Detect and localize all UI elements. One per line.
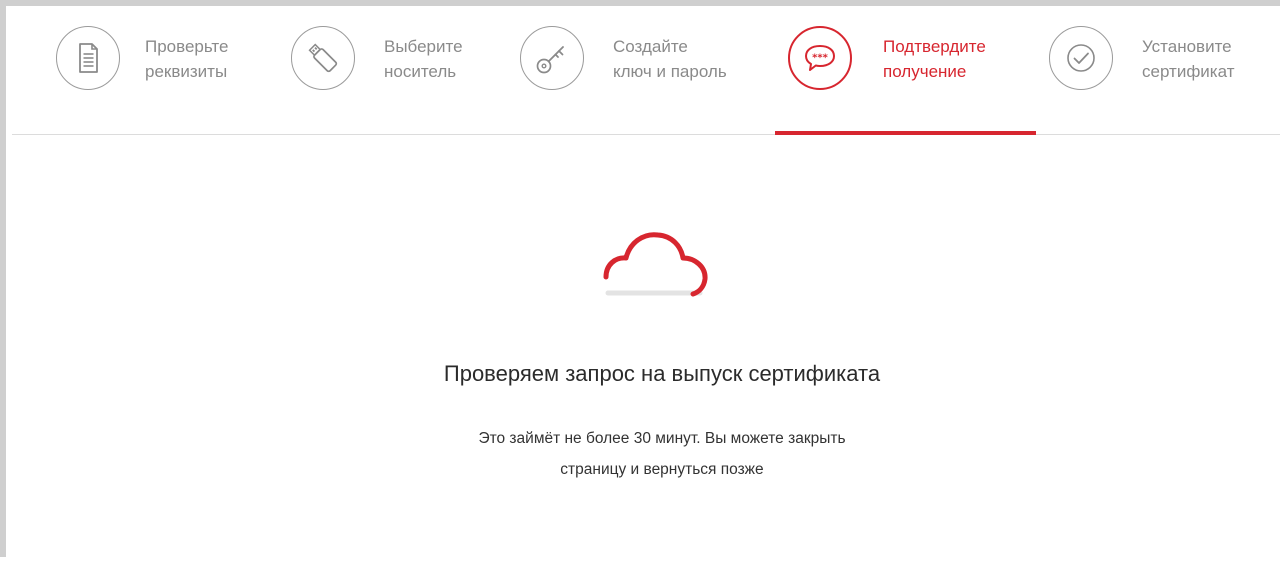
step-select-media-label: Выберите носитель — [384, 34, 463, 84]
step-install-certificate[interactable]: Установите сертификат — [1049, 12, 1280, 134]
step-create-key-label: Создайте ключ и пароль — [613, 34, 727, 84]
key-icon — [536, 46, 564, 74]
step-confirm-receipt[interactable]: *** Подтвердите получение — [775, 12, 1036, 135]
document-icon — [79, 43, 98, 73]
step-select-media-line1: Выберите — [384, 37, 463, 56]
window-frame: Проверьте реквизиты Выберите носитель Со… — [0, 0, 1280, 557]
progress-stepper: Проверьте реквизиты Выберите носитель Со… — [12, 12, 1280, 135]
step-check-details-line2: реквизиты — [145, 62, 228, 81]
step-install-certificate-line2: сертификат — [1142, 62, 1235, 81]
step-install-certificate-circle — [1049, 26, 1113, 90]
step-install-certificate-line1: Установите — [1142, 37, 1232, 56]
step-select-media[interactable]: Выберите носитель — [291, 12, 511, 134]
usb-drive-icon — [308, 43, 338, 73]
step-create-key-circle — [520, 26, 584, 90]
step-select-media-line2: носитель — [384, 62, 457, 81]
step-confirm-receipt-circle: *** — [788, 26, 852, 90]
status-description-line2: страницу и вернуться позже — [560, 461, 764, 478]
status-description: Это займёт не более 30 минут. Вы можете … — [12, 423, 1280, 485]
step-check-details-label: Проверьте реквизиты — [145, 34, 228, 84]
step-check-details-line1: Проверьте — [145, 37, 229, 56]
step-install-certificate-label: Установите сертификат — [1142, 34, 1234, 84]
cloud-loading-icon — [603, 232, 708, 297]
status-heading: Проверяем запрос на выпуск сертификата — [443, 361, 881, 386]
step-check-details[interactable]: Проверьте реквизиты — [56, 12, 276, 134]
step-create-key-line2: ключ и пароль — [613, 62, 727, 81]
step-check-details-circle — [56, 26, 120, 90]
step-confirm-receipt-line2: получение — [883, 62, 967, 81]
step-create-key[interactable]: Создайте ключ и пароль — [520, 12, 780, 134]
svg-text:***: *** — [812, 53, 828, 64]
step-select-media-circle — [291, 26, 355, 90]
chat-bubble-icon: *** — [805, 45, 835, 71]
checkmark-icon — [1067, 44, 1095, 72]
main-content: Проверяем запрос на выпуск сертификата Э… — [12, 135, 1280, 563]
step-confirm-receipt-label: Подтвердите получение — [883, 34, 986, 84]
step-confirm-receipt-line1: Подтвердите — [883, 37, 986, 56]
step-create-key-line1: Создайте — [613, 37, 688, 56]
status-description-line1: Это займёт не более 30 минут. Вы можете … — [478, 430, 846, 447]
